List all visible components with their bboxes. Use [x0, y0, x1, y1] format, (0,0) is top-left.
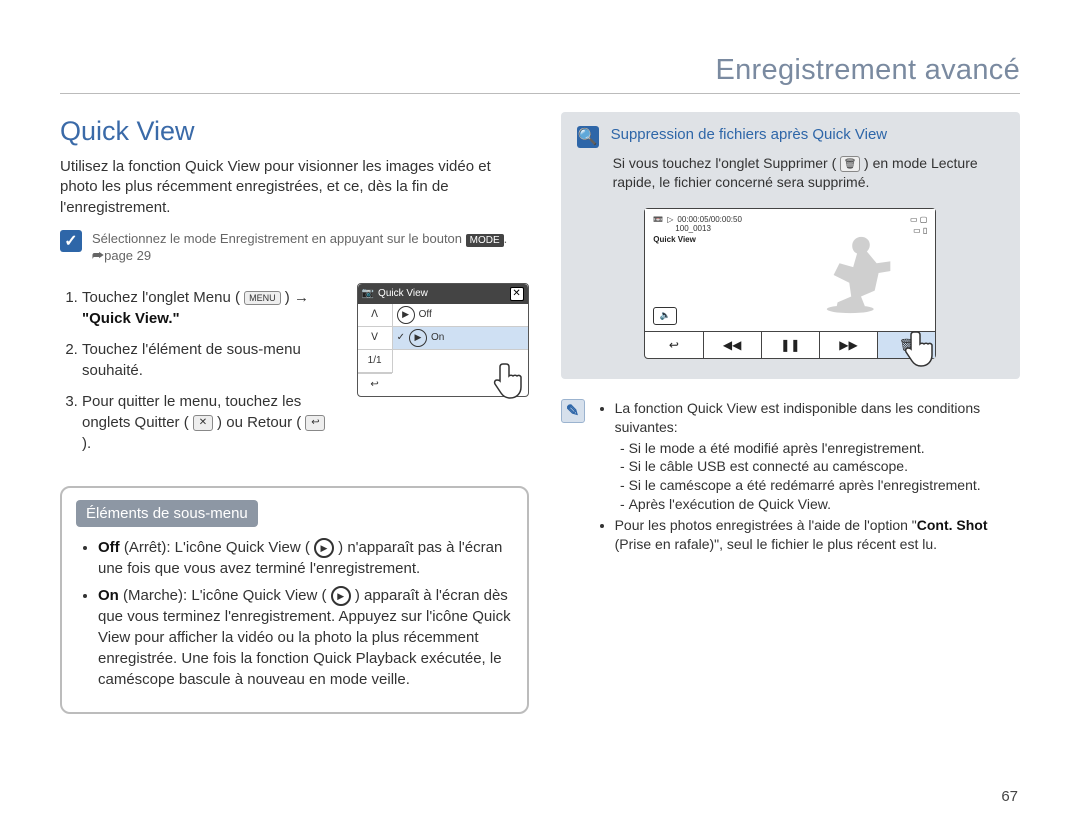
option-on: ✓▶On — [393, 327, 528, 350]
volume-icon: 🔈 — [653, 307, 677, 325]
right-column: 🔍 Suppression de fichiers après Quick Vi… — [561, 112, 1020, 714]
page-counter: 1/1 — [358, 350, 392, 373]
delete-tip-title: Suppression de fichiers après Quick View — [611, 126, 888, 143]
mode-tip: ✓ Sélectionnez le mode Enregistrement en… — [60, 230, 529, 265]
close-icon: ✕ — [193, 415, 213, 431]
menu-button-icon: MENU — [244, 291, 281, 305]
media-icon: 📼 — [653, 215, 663, 224]
note-1b: Si le câble USB est connecté au caméscop… — [629, 457, 1020, 476]
nav-down-icon: ᐯ — [358, 327, 392, 350]
check-icon: ✓ — [60, 230, 82, 252]
page-header: Enregistrement avancé — [60, 54, 1020, 94]
note-box: ✎ La fonction Quick View est indisponibl… — [561, 399, 1020, 554]
note-1: La fonction Quick View est indisponible … — [615, 399, 1020, 514]
step-2: Touchez l'élément de sous-menu souhaité. — [82, 339, 339, 381]
player-top-left: 📼 ▷ 00:00:05/00:00:50 — [653, 215, 927, 224]
ui-close-icon: ✕ — [510, 287, 524, 301]
submenu-item-off: Off (Arrêt): L'icône Quick View ( ▶ ) n'… — [98, 537, 513, 579]
section-heading: Quick View — [60, 116, 529, 147]
note-2: Pour les photos enregistrées à l'aide de… — [615, 516, 1020, 554]
mode-badge: MODE — [466, 234, 504, 247]
magnifier-icon: 🔍 — [577, 126, 599, 148]
quickview-on-icon: ▶ — [331, 586, 351, 606]
player-pause-icon: ❚❚ — [762, 332, 820, 358]
quick-view-menu-mock: 📷 Quick View ✕ ᐱ ᐯ 1/1 ▶Off ✓▶On — [357, 283, 529, 397]
note-1d: Après l'exécution de Quick View. — [629, 495, 1020, 514]
quickview-off-icon: ▶ — [314, 538, 334, 558]
player-rewind-icon: ◀◀ — [704, 332, 762, 358]
delete-tip-box: 🔍 Suppression de fichiers après Quick Vi… — [561, 112, 1020, 379]
step-1: Touchez l'onglet Menu ( MENU ) → "Quick … — [82, 287, 339, 329]
playback-mock: 📼 ▷ 00:00:05/00:00:50 100_0013 Quick Vie… — [644, 208, 936, 359]
trash-icon: 🗑 — [840, 156, 860, 172]
left-column: Quick View Utilisez la fonction Quick Vi… — [60, 112, 529, 714]
hand-pointer-icon — [488, 358, 534, 404]
skateboard-silhouette-icon — [817, 229, 905, 317]
page-title: Enregistrement avancé — [60, 54, 1020, 87]
submenu-item-on: On (Marche): L'icône Quick View ( ▶ ) ap… — [98, 585, 513, 690]
step-3: Pour quitter le menu, touchez les onglet… — [82, 391, 339, 454]
ui-title: Quick View — [378, 288, 428, 299]
hand-pointer-icon — [899, 326, 945, 372]
player-forward-icon: ▶▶ — [820, 332, 878, 358]
return-icon: ↩ — [305, 415, 325, 431]
battery-icon: ▭ ▯ — [913, 226, 927, 235]
ui-back-icon: ↩ — [358, 373, 392, 396]
delete-tip-text: Si vous touchez l'onglet Supprimer ( 🗑 )… — [577, 154, 1004, 192]
nav-up-icon: ᐱ — [358, 304, 392, 327]
steps-list: Touchez l'onglet Menu ( MENU ) → "Quick … — [60, 287, 339, 454]
note-icon: ✎ — [561, 399, 585, 423]
page-number: 67 — [1001, 788, 1018, 805]
submenu-tab: Éléments de sous-menu — [76, 500, 258, 527]
player-back-icon: ↩ — [645, 332, 703, 358]
camera-icon: 📷 — [362, 288, 374, 299]
player-time: 00:00:05/00:00:50 — [677, 215, 742, 224]
card-icon: ▭ ▢ — [910, 215, 927, 224]
note-1a: Si le mode a été modifié après l'enregis… — [629, 439, 1020, 458]
mode-tip-text: Sélectionnez le mode Enregistrement en a… — [92, 230, 529, 265]
note-1c: Si le caméscope a été redémarré après l'… — [629, 476, 1020, 495]
option-off: ▶Off — [393, 304, 528, 327]
intro-text: Utilisez la fonction Quick View pour vis… — [60, 157, 529, 218]
submenu-panel: Éléments de sous-menu Off (Arrêt): L'icô… — [60, 486, 529, 714]
